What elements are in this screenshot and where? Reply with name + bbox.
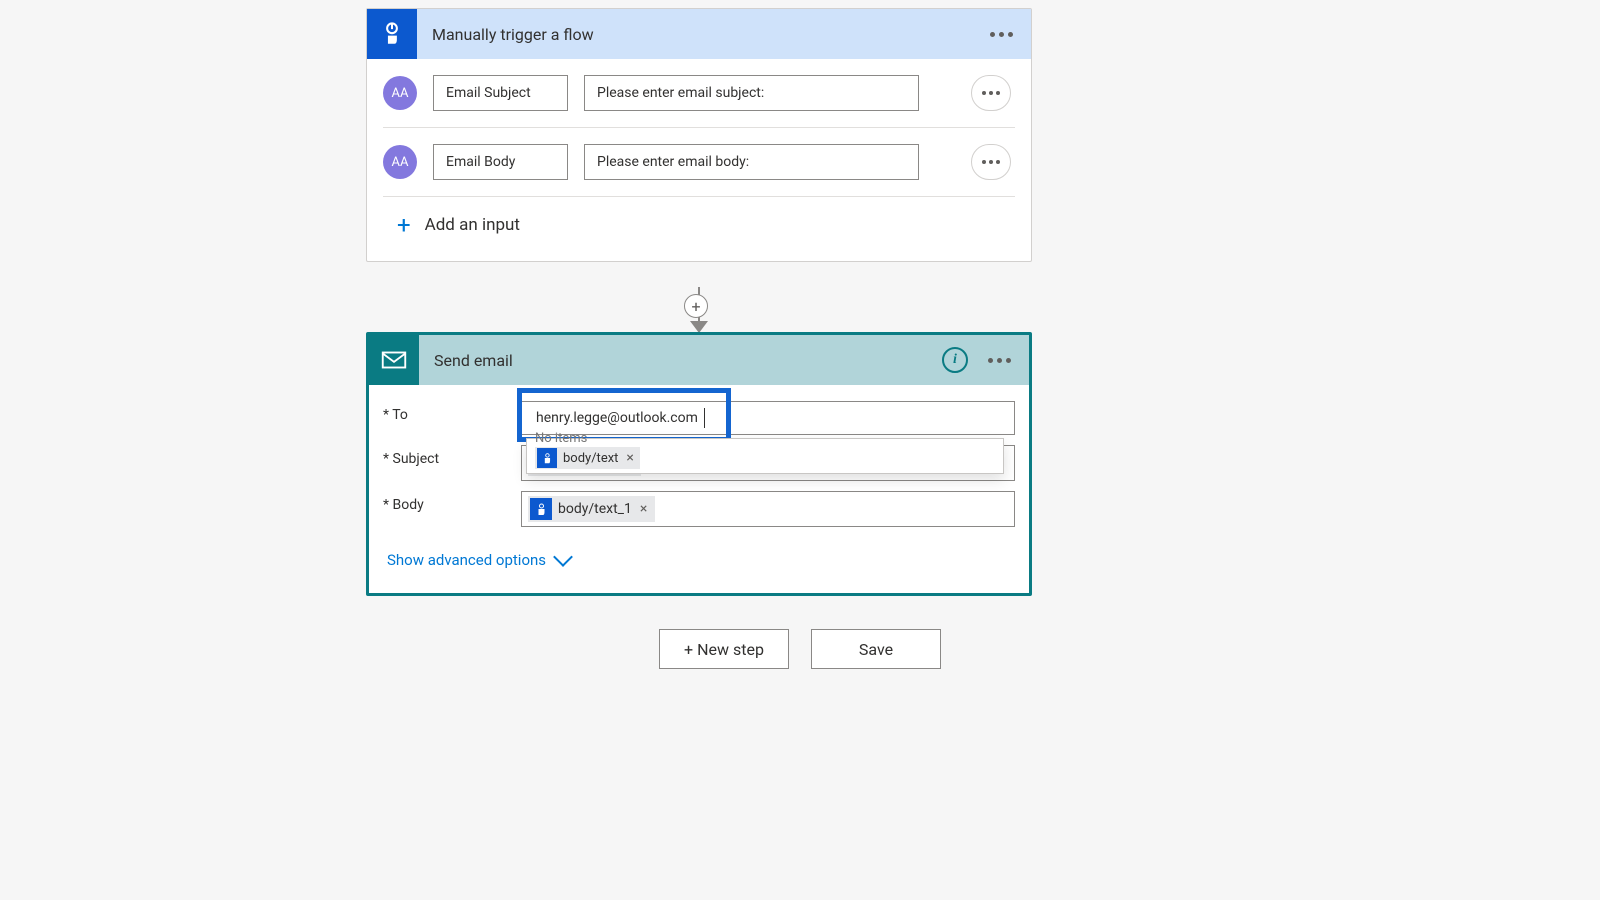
suggestions-popup[interactable]: No items body/text × xyxy=(526,438,1004,474)
info-icon[interactable]: i xyxy=(942,347,968,373)
text-cursor-icon xyxy=(704,408,705,428)
trigger-header[interactable]: Manually trigger a flow xyxy=(367,9,1031,59)
input-name-field[interactable]: Email Body xyxy=(433,144,568,180)
input-prompt-field[interactable]: Please enter email body: xyxy=(584,144,919,180)
token-suggestion-label: body/text xyxy=(563,451,618,466)
trigger-card: Manually trigger a flow AA Email Subject… xyxy=(366,8,1032,262)
trigger-input-row-1: AA Email Subject Please enter email subj… xyxy=(367,59,1031,127)
remove-token-icon[interactable]: × xyxy=(624,450,633,466)
show-advanced-options-button[interactable]: Show advanced options xyxy=(383,537,1015,585)
to-value: henry.legge@outlook.com xyxy=(536,410,698,426)
add-input-button[interactable]: + Add an input xyxy=(367,197,1031,261)
body-field-row: Body body/text_1 × xyxy=(383,491,1015,527)
flow-token-icon xyxy=(530,498,552,520)
input-name-field[interactable]: Email Subject xyxy=(433,75,568,111)
flow-token-icon xyxy=(537,448,557,468)
input-menu-button[interactable] xyxy=(971,75,1011,111)
send-email-header[interactable]: Send email i xyxy=(369,335,1029,385)
send-email-title: Send email xyxy=(419,351,942,370)
remove-token-icon[interactable]: × xyxy=(638,501,647,517)
dynamic-token-body[interactable]: body/text_1 × xyxy=(528,496,655,522)
trigger-menu-button[interactable] xyxy=(984,26,1019,43)
chevron-down-icon xyxy=(553,547,573,567)
token-suggestion[interactable]: body/text × xyxy=(535,447,640,469)
subject-label: Subject xyxy=(383,445,521,467)
to-label: To xyxy=(383,401,521,423)
new-step-button[interactable]: + New step xyxy=(659,629,789,669)
mail-icon xyxy=(369,335,419,385)
manual-trigger-icon xyxy=(367,9,417,59)
send-email-menu-button[interactable] xyxy=(982,352,1017,369)
save-button[interactable]: Save xyxy=(811,629,941,669)
body-input[interactable]: body/text_1 × xyxy=(521,491,1015,527)
to-input[interactable]: henry.legge@outlook.com xyxy=(521,401,1015,435)
text-type-badge: AA xyxy=(383,145,417,179)
add-input-label: Add an input xyxy=(425,215,520,235)
text-type-badge: AA xyxy=(383,76,417,110)
send-email-card: Send email i To henry.legge@outlook.com … xyxy=(366,332,1032,596)
input-prompt-field[interactable]: Please enter email subject: xyxy=(584,75,919,111)
input-menu-button[interactable] xyxy=(971,144,1011,180)
show-advanced-label: Show advanced options xyxy=(387,551,546,569)
token-label: body/text_1 xyxy=(558,501,632,517)
body-label: Body xyxy=(383,491,521,513)
trigger-input-row-2: AA Email Body Please enter email body: xyxy=(367,128,1031,196)
trigger-title: Manually trigger a flow xyxy=(417,25,984,44)
plus-icon: + xyxy=(397,213,411,237)
no-items-label: No items xyxy=(535,431,995,446)
insert-step-button[interactable]: + xyxy=(684,294,708,318)
to-field-row: To henry.legge@outlook.com xyxy=(383,401,1015,435)
